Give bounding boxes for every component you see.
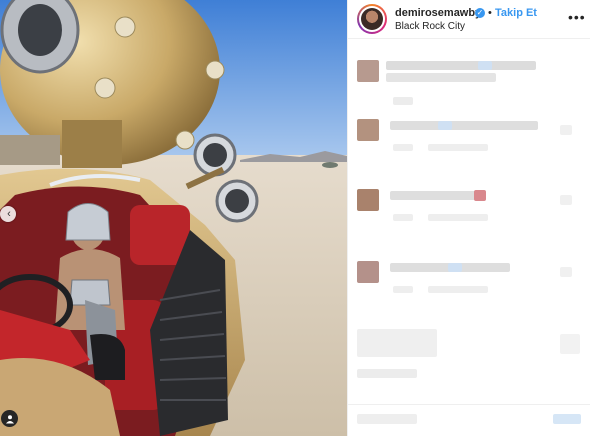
user-tag-icon [5, 414, 14, 423]
post-photo[interactable]: ‹ [0, 0, 347, 436]
follow-button[interactable]: Takip Et [495, 7, 537, 19]
separator-dot: • [488, 7, 492, 19]
post-sidebar: demirosemawby ✓ • Takip Et Black Rock Ci… [347, 0, 590, 436]
comment-meta-line [393, 214, 413, 221]
previous-photo-button[interactable]: ‹ [0, 206, 16, 222]
comment-meta-line [428, 144, 488, 151]
caption-text-line [386, 73, 496, 82]
caption-text-line [386, 61, 536, 70]
comment-input-area[interactable] [348, 404, 590, 405]
avatar-frame [359, 6, 385, 32]
likes-count-line [357, 369, 417, 378]
chevron-left-icon: ‹ [7, 207, 11, 220]
comment-meta-line [393, 144, 413, 151]
comment-like-icon[interactable] [560, 125, 572, 135]
comment-mention [448, 263, 462, 272]
comment-meta-line [428, 214, 488, 221]
comment-avatar [357, 261, 379, 283]
comment-emoji [474, 190, 486, 201]
action-bar-placeholder [357, 329, 437, 357]
comment-text-line [390, 191, 480, 200]
comment-meta-line [428, 286, 488, 293]
comments-section [348, 39, 590, 436]
photo-illustration [0, 0, 347, 436]
caption-avatar [357, 60, 379, 82]
comment-like-icon[interactable] [560, 267, 572, 277]
comment-like-icon[interactable] [560, 195, 572, 205]
post-button[interactable] [553, 414, 581, 424]
comment-meta-line [393, 286, 413, 293]
caption-hashtag [478, 61, 492, 70]
avatar[interactable] [357, 4, 387, 34]
comment-input-placeholder[interactable] [357, 414, 417, 424]
comment-avatar [357, 189, 379, 211]
username-link[interactable]: demirosemawby [395, 7, 481, 19]
more-options-icon[interactable]: ••• [568, 9, 586, 25]
comment-text-line [390, 121, 538, 130]
verified-badge-icon: ✓ [475, 8, 485, 18]
comment-avatar [357, 119, 379, 141]
comment-mention [438, 121, 452, 130]
location-link[interactable]: Black Rock City [395, 21, 465, 32]
caption-text-line [393, 97, 413, 105]
avatar-image [361, 8, 383, 30]
post-header: demirosemawby ✓ • Takip Et Black Rock Ci… [348, 0, 590, 39]
tagged-users-button[interactable] [1, 410, 18, 427]
save-icon[interactable] [560, 334, 580, 354]
